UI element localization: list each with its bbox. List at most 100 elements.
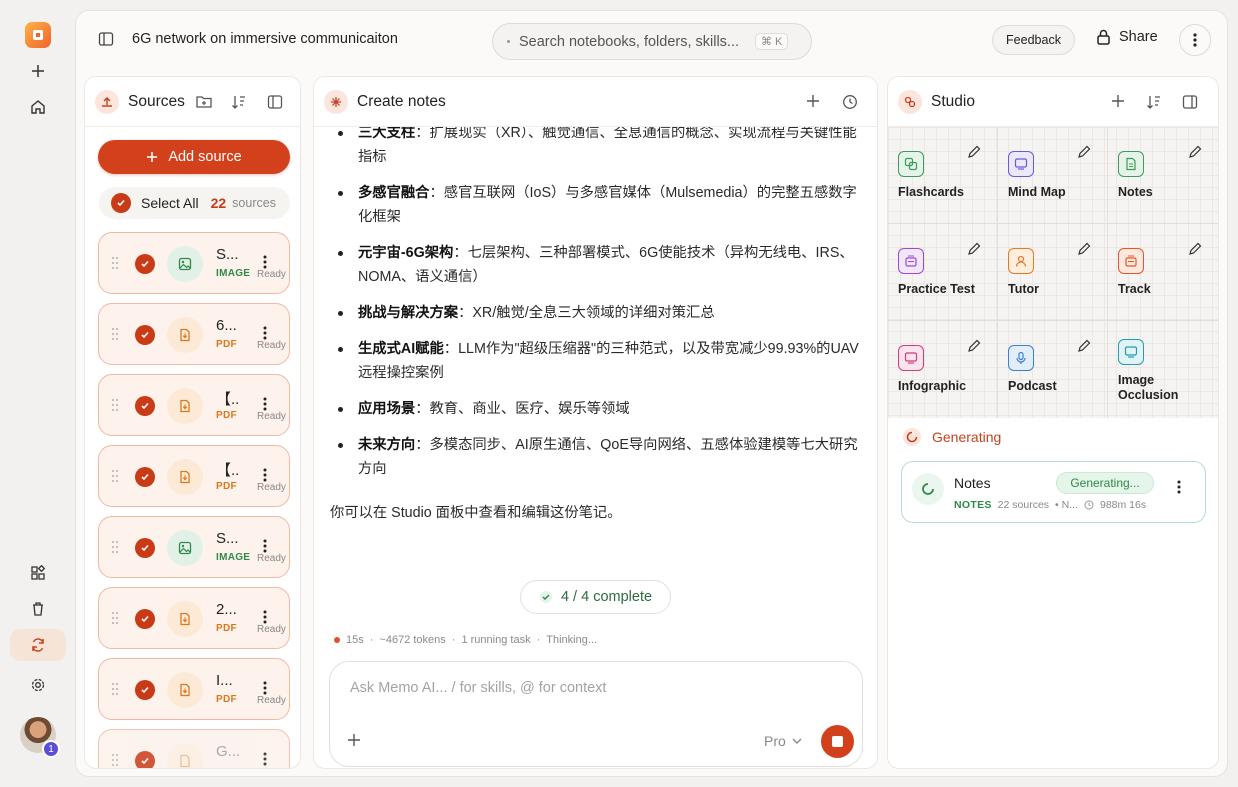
trash-icon[interactable]: [24, 595, 52, 623]
tool-label: Notes: [1118, 185, 1153, 199]
studio-add-icon[interactable]: [1111, 94, 1125, 108]
source-card[interactable]: S... IMAGE Ready: [98, 516, 290, 578]
source-checkbox[interactable]: [135, 609, 155, 629]
home-icon[interactable]: [24, 93, 52, 121]
list-item: 应用场景：教育、商业、医疗、娱乐等领域: [330, 397, 865, 421]
studio-collapse-icon[interactable]: [1182, 94, 1198, 110]
history-icon[interactable]: [842, 94, 858, 110]
tool-flashcards[interactable]: Flashcards: [888, 127, 998, 224]
pencil-icon[interactable]: [961, 236, 987, 262]
tool-label: Infographic: [898, 379, 967, 393]
attach-plus-icon[interactable]: [347, 733, 361, 747]
source-name: S...: [216, 246, 239, 263]
notebook-title[interactable]: 6G network on immersive communicaiton: [132, 31, 398, 47]
pencil-icon[interactable]: [961, 139, 987, 165]
pencil-icon[interactable]: [1071, 236, 1097, 262]
source-menu-icon[interactable]: [263, 255, 267, 269]
source-checkbox[interactable]: [135, 325, 155, 345]
source-card[interactable]: 2... PDF Ready: [98, 587, 290, 649]
tutor-icon: [1008, 248, 1034, 274]
tool-tutor[interactable]: Tutor: [998, 224, 1108, 321]
new-chat-plus-icon[interactable]: [806, 94, 820, 108]
thinking-state: Thinking...: [546, 634, 597, 646]
search-bar[interactable]: ⌘ K: [492, 23, 812, 60]
tool-infographic[interactable]: Infographic: [888, 321, 998, 418]
source-checkbox[interactable]: [135, 538, 155, 558]
source-menu-icon[interactable]: [263, 326, 267, 340]
drag-handle-icon[interactable]: [111, 398, 119, 412]
source-menu-icon[interactable]: [263, 610, 267, 624]
drag-handle-icon[interactable]: [111, 256, 119, 270]
source-menu-icon[interactable]: [263, 468, 267, 482]
drag-handle-icon[interactable]: [111, 540, 119, 554]
share-button[interactable]: Share: [1096, 29, 1158, 45]
main-window: 6G network on immersive communicaiton ⌘ …: [75, 10, 1228, 777]
source-checkbox[interactable]: [135, 396, 155, 416]
chat-input[interactable]: [350, 680, 830, 696]
pencil-icon[interactable]: [1071, 333, 1097, 359]
tool-notes[interactable]: Notes: [1108, 127, 1218, 224]
source-menu-icon[interactable]: [263, 397, 267, 411]
source-checkbox[interactable]: [135, 467, 155, 487]
drag-handle-icon[interactable]: [111, 753, 119, 767]
select-all-row[interactable]: Select All 22 sources: [99, 187, 290, 219]
sync-icon[interactable]: [10, 629, 66, 661]
job-menu-icon[interactable]: [1177, 480, 1181, 494]
drag-handle-icon[interactable]: [111, 611, 119, 625]
collapse-panel-icon[interactable]: [267, 94, 283, 110]
notes-content: 三大支柱：扩展现实（XR）、触觉通信、全息通信的概念、实现流程与关键性能指标 多…: [330, 121, 865, 525]
source-menu-icon[interactable]: [263, 539, 267, 553]
pencil-icon[interactable]: [1182, 139, 1208, 165]
spinner-icon: [912, 473, 944, 505]
pencil-icon[interactable]: [1182, 236, 1208, 262]
source-card[interactable]: G...: [98, 729, 290, 768]
select-all-checkbox[interactable]: [111, 193, 131, 213]
source-menu-icon[interactable]: [263, 681, 267, 695]
new-folder-icon[interactable]: [196, 94, 212, 109]
apps-icon[interactable]: [24, 559, 52, 587]
generating-job-card[interactable]: Notes Generating... NOTES 22 sources • N…: [901, 461, 1206, 523]
task-complete-pill[interactable]: 4 / 4 complete: [520, 580, 671, 614]
add-source-button[interactable]: Add source: [98, 140, 290, 174]
tool-track[interactable]: Track: [1108, 224, 1218, 321]
app-logo[interactable]: [25, 22, 51, 48]
pdf-icon: [167, 601, 203, 637]
tool-practice-test[interactable]: Practice Test: [888, 224, 998, 321]
search-input[interactable]: [519, 33, 749, 50]
source-type: PDF: [216, 694, 237, 705]
sparkle-icon: [324, 90, 348, 114]
drag-handle-icon[interactable]: [111, 469, 119, 483]
tool-podcast[interactable]: Podcast: [998, 321, 1108, 418]
tool-image-occlusion[interactable]: Image Occlusion: [1108, 321, 1218, 418]
source-card[interactable]: 【.. PDF Ready: [98, 445, 290, 507]
settings-icon[interactable]: [24, 671, 52, 699]
chat-composer: Pro: [329, 661, 863, 767]
source-card[interactable]: S... IMAGE Ready: [98, 232, 290, 294]
pencil-icon[interactable]: [1071, 139, 1097, 165]
source-type: IMAGE: [216, 268, 251, 279]
drag-handle-icon[interactable]: [111, 682, 119, 696]
track-icon: [1118, 248, 1144, 274]
source-checkbox[interactable]: [135, 254, 155, 274]
new-notebook-plus-icon[interactable]: [24, 57, 52, 85]
pdf-icon: [167, 672, 203, 708]
source-checkbox[interactable]: [135, 680, 155, 700]
tool-mind-map[interactable]: Mind Map: [998, 127, 1108, 224]
bullet-text: ：扩展现实（XR）、触觉通信、全息通信的概念、实现流程与关键性能指标: [358, 125, 857, 165]
sidebar-toggle-icon[interactable]: [98, 31, 114, 47]
source-card[interactable]: 【.. PDF Ready: [98, 374, 290, 436]
clock-icon: [1084, 500, 1094, 510]
source-status: Ready: [257, 553, 286, 564]
source-checkbox[interactable]: [135, 751, 155, 768]
sort-icon[interactable]: [231, 94, 247, 110]
source-card[interactable]: I... PDF Ready: [98, 658, 290, 720]
pencil-icon[interactable]: [961, 333, 987, 359]
source-card[interactable]: 6... PDF Ready: [98, 303, 290, 365]
stop-button[interactable]: [821, 725, 854, 758]
more-options-icon[interactable]: [1179, 24, 1211, 56]
feedback-button[interactable]: Feedback: [992, 25, 1075, 55]
studio-sort-icon[interactable]: [1146, 94, 1162, 110]
model-selector[interactable]: Pro: [764, 733, 802, 749]
drag-handle-icon[interactable]: [111, 327, 119, 341]
source-menu-icon[interactable]: [263, 752, 267, 766]
